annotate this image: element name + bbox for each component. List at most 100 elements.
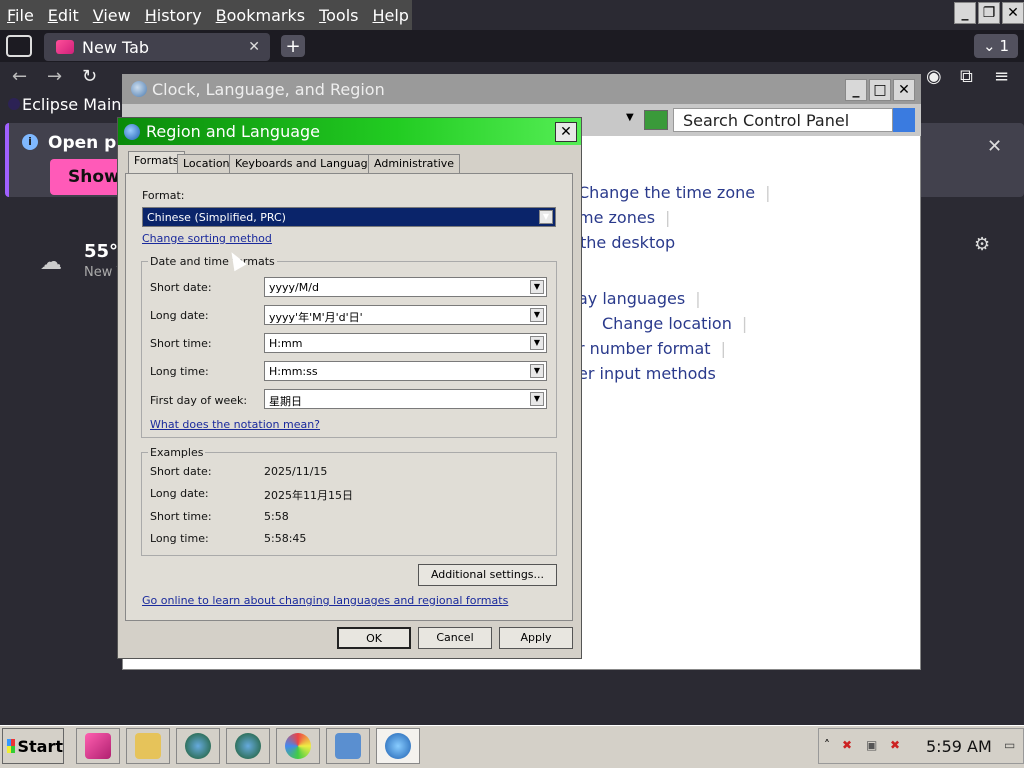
link-number-format[interactable]: r number format | — [578, 339, 726, 358]
menu-edit[interactable]: Edit — [41, 6, 86, 25]
hamburger-menu-icon[interactable]: ≡ — [994, 66, 1009, 87]
dialog-title: Region and Language — [118, 118, 581, 145]
menu-view[interactable]: View — [86, 6, 138, 25]
notation-link[interactable]: What does the notation mean? — [150, 418, 320, 431]
minimize-button[interactable]: _ — [954, 2, 976, 24]
tab-close-icon[interactable]: ✕ — [248, 39, 260, 55]
example-long-time: 5:58:45 — [264, 532, 307, 545]
first-day-select[interactable]: 星期日 ▼ — [264, 389, 547, 409]
globe-icon — [385, 733, 411, 759]
clock[interactable]: 5:59 AM — [926, 737, 992, 756]
ok-button[interactable]: OK — [337, 627, 411, 649]
additional-settings-button[interactable]: Additional settings... — [418, 564, 557, 586]
long-date-label: Long date: — [150, 309, 209, 322]
taskbar-control-panel[interactable] — [326, 728, 370, 764]
example-short-date: 2025/11/15 — [264, 465, 328, 478]
menu-bookmarks[interactable]: Bookmarks — [209, 6, 312, 25]
format-select[interactable]: Chinese (Simplified, PRC) ▼ — [142, 207, 556, 227]
cp-close-button[interactable]: ✕ — [893, 79, 915, 101]
search-input[interactable]: Search Control Panel — [673, 108, 893, 132]
extensions-icon[interactable]: ⧉ — [960, 66, 973, 87]
chevron-down-icon: ▼ — [539, 210, 553, 224]
chevron-down-icon: ▼ — [530, 364, 544, 378]
long-time-label: Long time: — [150, 365, 209, 378]
reload-icon[interactable]: ↻ — [82, 66, 97, 87]
chevron-down-icon: ▼ — [530, 308, 544, 322]
gear-icon[interactable]: ⚙ — [974, 234, 990, 255]
folder-icon — [135, 733, 161, 759]
taskbar-globe-1[interactable] — [176, 728, 220, 764]
menu-help[interactable]: Help — [365, 6, 415, 25]
go-online-link[interactable]: Go online to learn about changing langua… — [142, 594, 508, 607]
list-all-tabs-button[interactable]: ⌄ 1 — [974, 34, 1018, 58]
example-short-time-label: Short time: — [150, 510, 212, 523]
taskbar-globe-2[interactable] — [226, 728, 270, 764]
close-icon[interactable]: ✕ — [987, 136, 1002, 157]
speaker-muted-icon[interactable]: ✖ — [842, 738, 852, 752]
tab-keyboards[interactable]: Keyboards and Languages — [229, 154, 387, 173]
app-icon — [85, 733, 111, 759]
taskbar-region-active[interactable] — [376, 728, 420, 764]
taskbar-explorer[interactable] — [126, 728, 170, 764]
menu-file[interactable]: File — [0, 6, 41, 25]
tab-location[interactable]: Location — [177, 154, 236, 173]
example-long-time-label: Long time: — [150, 532, 209, 545]
control-panel-icon — [335, 733, 361, 759]
back-icon[interactable]: ← — [12, 66, 27, 87]
browser-window-controls: _ ❐ ✕ — [954, 2, 1024, 24]
cp-minimize-button[interactable]: _ — [845, 79, 867, 101]
long-date-select[interactable]: yyyy'年'M'月'd'日' ▼ — [264, 305, 547, 325]
chevron-down-icon: ▼ — [530, 336, 544, 350]
first-day-label: First day of week: — [150, 394, 248, 407]
palette-icon — [285, 733, 311, 759]
tab-count: 1 — [999, 37, 1010, 55]
short-time-select[interactable]: H:mm ▼ — [264, 333, 547, 353]
short-date-label: Short date: — [150, 281, 212, 294]
chevron-down-icon: ▼ — [530, 392, 544, 406]
chevron-down-icon: ⌄ — [982, 37, 996, 55]
taskbar-firefox-dev[interactable] — [76, 728, 120, 764]
change-sorting-link[interactable]: Change sorting method — [142, 232, 272, 245]
network-icon[interactable]: ▣ — [866, 738, 877, 752]
close-window-button[interactable]: ✕ — [1002, 2, 1024, 24]
refresh-icon[interactable] — [644, 110, 668, 130]
example-long-date: 2025年11月15日 — [264, 489, 353, 502]
control-panel-icon — [131, 81, 147, 97]
cancel-button[interactable]: Cancel — [418, 627, 492, 649]
short-date-select[interactable]: yyyy/M/d ▼ — [264, 277, 547, 297]
firefox-view-icon[interactable] — [6, 35, 32, 57]
eclipse-icon — [8, 98, 20, 110]
search-icon[interactable] — [893, 108, 915, 132]
forward-icon[interactable]: → — [47, 66, 62, 87]
restore-button[interactable]: ❐ — [978, 2, 1000, 24]
control-panel-title: Clock, Language, and Region — [122, 74, 921, 104]
dialog-close-button[interactable]: ✕ — [555, 122, 577, 142]
chevron-down-icon[interactable]: ▼ — [626, 112, 634, 123]
example-short-time: 5:58 — [264, 510, 289, 523]
apply-button[interactable]: Apply — [499, 627, 573, 649]
cp-maximize-button[interactable]: □ — [869, 79, 891, 101]
link-input-methods[interactable]: er input methods — [578, 364, 716, 383]
bookmark-eclipse[interactable]: Eclipse Main — [0, 92, 130, 118]
volume-icon[interactable]: ✖ — [890, 738, 900, 752]
taskbar-paint[interactable] — [276, 728, 320, 764]
menu-tools[interactable]: Tools — [312, 6, 365, 25]
example-short-date-label: Short date: — [150, 465, 212, 478]
menu-history[interactable]: History — [138, 6, 209, 25]
link-change-location[interactable]: Change location | — [602, 314, 747, 333]
tab-new-tab[interactable]: New Tab ✕ — [44, 33, 270, 61]
link-display-languages[interactable]: ay languages | — [578, 289, 701, 308]
new-tab-button[interactable]: + — [281, 35, 305, 57]
start-button[interactable]: Start — [2, 728, 64, 764]
info-icon: i — [22, 134, 38, 150]
show-desktop-icon[interactable]: ▭ — [1004, 738, 1015, 752]
tab-administrative[interactable]: Administrative — [368, 154, 461, 173]
chevron-up-icon[interactable]: ˄ — [824, 738, 830, 752]
link-time-zones[interactable]: me zones | — [578, 208, 670, 227]
format-label: Format: — [142, 189, 185, 202]
link-desktop[interactable]: the desktop — [580, 233, 675, 252]
account-icon[interactable]: ◉ — [926, 66, 942, 87]
long-time-select[interactable]: H:mm:ss ▼ — [264, 361, 547, 381]
link-change-time-zone[interactable]: Change the time zone | — [578, 183, 770, 202]
examples-group-title: Examples — [148, 446, 206, 459]
